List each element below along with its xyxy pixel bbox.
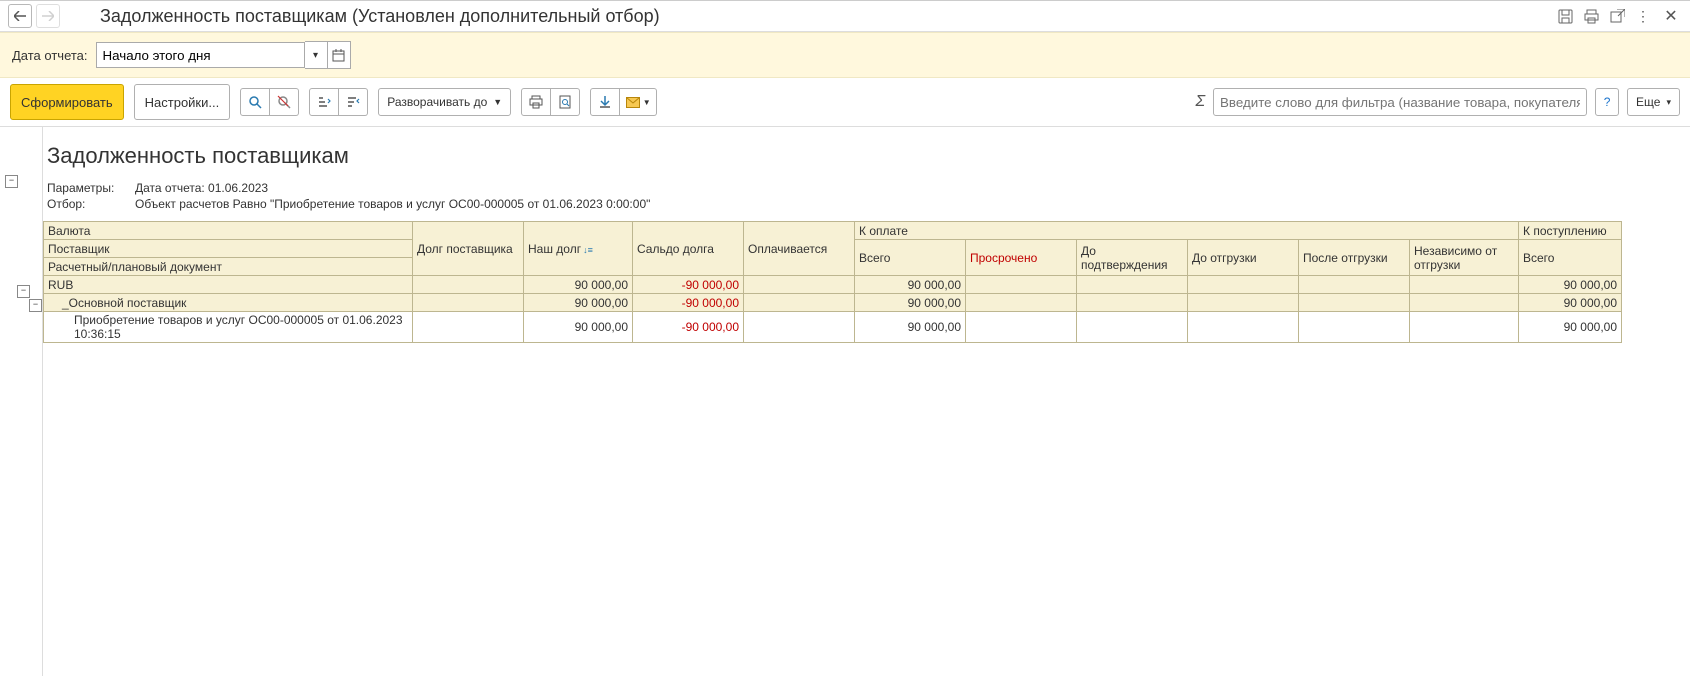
titlebar: Задолженность поставщикам (Установлен до…: [0, 1, 1690, 32]
report-title: Задолженность поставщикам: [47, 143, 1690, 169]
find-icon[interactable]: [240, 88, 270, 116]
report-table: Валюта Долг поставщика Наш долг ↓≡ Сальд…: [43, 221, 1622, 343]
cell-name: Приобретение товаров и услуг ОС00-000005…: [44, 312, 413, 343]
col-to-pay[interactable]: К оплате: [855, 222, 1519, 240]
preview-button[interactable]: [551, 88, 580, 116]
col-total-recv[interactable]: Всего: [1519, 240, 1622, 276]
col-currency[interactable]: Валюта: [44, 222, 413, 240]
collapse-all-icon[interactable]: [309, 88, 339, 116]
col-total[interactable]: Всего: [855, 240, 966, 276]
nav-back-button[interactable]: [8, 4, 32, 28]
cell-our-debt: 90 000,00: [524, 294, 633, 312]
settings-button[interactable]: Настройки...: [134, 84, 231, 120]
params-label: Параметры:: [47, 181, 117, 195]
cell-balance: -90 000,00: [633, 312, 744, 343]
table-row[interactable]: RUB 90 000,00 -90 000,00 90 000,00 90 00…: [44, 276, 1622, 294]
col-our-debt[interactable]: Наш долг ↓≡: [524, 222, 633, 276]
table-row[interactable]: _Основной поставщик 90 000,00 -90 000,00…: [44, 294, 1622, 312]
col-before-ship[interactable]: До отгрузки: [1188, 240, 1299, 276]
col-before-confirm[interactable]: До подтверждения: [1077, 240, 1188, 276]
cell-torecv: 90 000,00: [1519, 276, 1622, 294]
generate-button[interactable]: Сформировать: [10, 84, 124, 120]
cell-torecv: 90 000,00: [1519, 312, 1622, 343]
save-report-button[interactable]: [590, 88, 620, 116]
date-input[interactable]: [96, 42, 305, 68]
help-button[interactable]: ?: [1595, 88, 1619, 116]
email-button[interactable]: ▼: [620, 88, 657, 116]
cell-name: _Основной поставщик: [44, 294, 413, 312]
nav-forward-button[interactable]: [36, 4, 60, 28]
expand-to-label: Разворачивать до: [387, 95, 487, 109]
col-supplier[interactable]: Поставщик: [44, 240, 413, 258]
toolbar: Сформировать Настройки... Разворачивать …: [0, 78, 1690, 126]
close-icon[interactable]: ✕: [1660, 5, 1682, 27]
col-supplier-debt[interactable]: Долг поставщика: [413, 222, 524, 276]
kebab-icon[interactable]: ⋮: [1634, 7, 1652, 25]
col-after-ship[interactable]: После отгрузки: [1299, 240, 1410, 276]
cell-torecv: 90 000,00: [1519, 294, 1622, 312]
find-prev-icon[interactable]: [270, 88, 299, 116]
page-title: Задолженность поставщикам (Установлен до…: [100, 6, 660, 27]
col-indep[interactable]: Независимо от отгрузки: [1410, 240, 1519, 276]
col-doc[interactable]: Расчетный/плановый документ: [44, 258, 413, 276]
filter-label: Отбор:: [47, 197, 117, 211]
cell-topay: 90 000,00: [855, 276, 966, 294]
expand-to-dropdown[interactable]: Разворачивать до ▼: [378, 88, 511, 116]
filter-input[interactable]: [1213, 88, 1587, 116]
sigma-icon[interactable]: Σ: [1195, 93, 1205, 111]
cell-topay: 90 000,00: [855, 294, 966, 312]
report-window: Задолженность поставщикам (Установлен до…: [0, 0, 1690, 676]
cell-topay: 90 000,00: [855, 312, 966, 343]
col-to-receive[interactable]: К поступлению: [1519, 222, 1622, 240]
col-overdue[interactable]: Просрочено: [966, 240, 1077, 276]
date-dropdown-button[interactable]: ▾: [305, 41, 328, 69]
params-value: Дата отчета: 01.06.2023: [135, 181, 268, 195]
table-row[interactable]: Приобретение товаров и услуг ОС00-000005…: [44, 312, 1622, 343]
filter-band: Дата отчета: ▾: [0, 32, 1690, 78]
print-button[interactable]: [521, 88, 551, 116]
cell-name: RUB: [44, 276, 413, 294]
print-icon[interactable]: [1582, 7, 1600, 25]
date-label: Дата отчета:: [12, 48, 88, 63]
date-calendar-button[interactable]: [328, 41, 351, 69]
col-balance[interactable]: Сальдо долга: [633, 222, 744, 276]
outline-gutter: − − −: [0, 127, 43, 676]
collapse-handle-1[interactable]: −: [5, 175, 18, 188]
expand-all-icon[interactable]: [339, 88, 368, 116]
cell-balance: -90 000,00: [633, 294, 744, 312]
collapse-handle-2[interactable]: −: [17, 285, 30, 298]
cell-balance: -90 000,00: [633, 276, 744, 294]
collapse-handle-3[interactable]: −: [29, 299, 42, 312]
open-new-icon[interactable]: [1608, 7, 1626, 25]
more-label: Еще: [1636, 95, 1660, 109]
cell-our-debt: 90 000,00: [524, 276, 633, 294]
col-paying[interactable]: Оплачивается: [744, 222, 855, 276]
more-dropdown[interactable]: Еще ▾: [1627, 88, 1680, 116]
save-icon[interactable]: [1556, 7, 1574, 25]
sort-indicator-icon: ↓≡: [583, 245, 593, 255]
report-body: Задолженность поставщикам Параметры: Дат…: [43, 127, 1690, 676]
cell-our-debt: 90 000,00: [524, 312, 633, 343]
report-area: − − − Задолженность поставщикам Параметр…: [0, 126, 1690, 676]
filter-value: Объект расчетов Равно "Приобретение това…: [135, 197, 650, 211]
